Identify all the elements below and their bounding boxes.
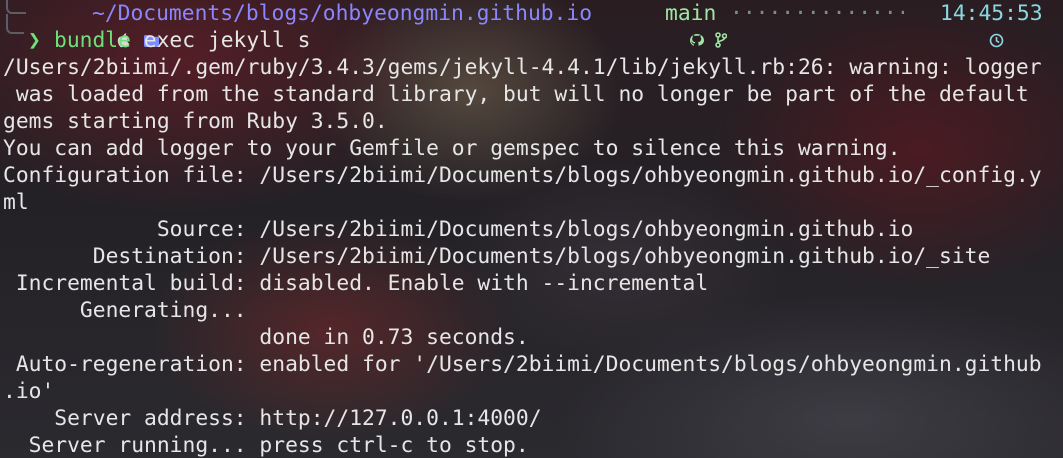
git-branch-name: main (665, 1, 717, 26)
output-line: Auto-regeneration: enabled for '/Users/2… (3, 352, 1042, 377)
output-line: was loaded from the standard library, bu… (3, 82, 1029, 107)
output-line: Server running... press ctrl-c to stop. (3, 433, 529, 458)
output-line: Incremental build: disabled. Enable with… (3, 271, 709, 296)
output-line: .io' (3, 379, 55, 404)
output-line: ml (3, 190, 29, 215)
prompt-filler-dots: ········································… (730, 1, 904, 26)
command-line[interactable]: ❯ bundle exec jekyll s (0, 27, 1063, 54)
terminal-window[interactable]: ~/Documents/blogs/ohbyeongmin.github.io … (0, 0, 1063, 458)
command-name: bundle (54, 28, 131, 53)
prompt-status-line: ~/Documents/blogs/ohbyeongmin.github.io … (0, 0, 1063, 48)
output-line: done in 0.73 seconds. (3, 325, 529, 350)
current-path: ~/Documents/blogs/ohbyeongmin.github.io (92, 1, 593, 26)
output-line: Source: /Users/2biimi/Documents/blogs/oh… (3, 217, 914, 242)
output-line: Generating... (3, 298, 247, 323)
output-line: /Users/2biimi/.gem/ruby/3.4.3/gems/jekyl… (3, 55, 1042, 80)
output-line: Destination: /Users/2biimi/Documents/blo… (3, 244, 991, 269)
output-line: You can add logger to your Gemfile or ge… (3, 136, 901, 161)
output-line: Configuration file: /Users/2biimi/Docume… (3, 163, 1042, 188)
output-line: gems starting from Ruby 3.5.0. (3, 109, 388, 134)
prompt-chevron-icon: ❯ (28, 28, 41, 53)
command-input[interactable]: bundle exec jekyll s (54, 27, 310, 54)
output-line: Server address: http://127.0.0.1:4000/ (3, 406, 542, 431)
prompt-time: 14:45:53 (940, 1, 1043, 26)
command-args: exec jekyll s (130, 28, 311, 53)
